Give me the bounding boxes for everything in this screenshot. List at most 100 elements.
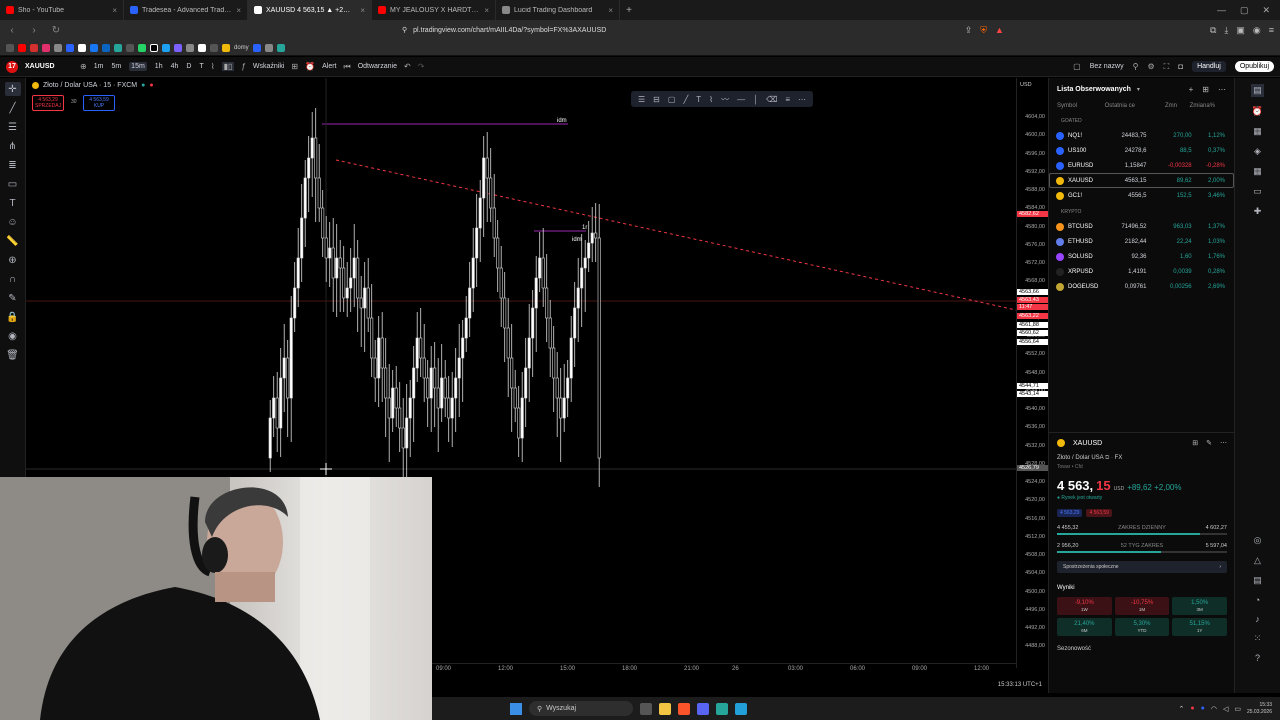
close-tab-icon[interactable]: × <box>484 6 489 15</box>
bookmark-tiktok-icon[interactable] <box>150 43 158 52</box>
text-icon[interactable]: T <box>696 95 701 104</box>
browser-tab[interactable]: Lucid Trading Dashboard × <box>496 0 620 20</box>
data-window-icon[interactable]: ▦ <box>1253 126 1262 137</box>
bookmark-icon[interactable] <box>162 43 170 52</box>
column-header[interactable]: Zmn <box>1135 103 1177 109</box>
layout-name[interactable]: Bez nazwy <box>1090 63 1124 70</box>
bookmark-icon[interactable] <box>114 43 122 52</box>
camera-icon[interactable]: ◘ <box>1178 62 1183 71</box>
performance-cell[interactable]: 51,15% 1Y <box>1172 618 1227 636</box>
rewards-icon[interactable]: ▲ <box>995 25 1004 35</box>
rectangle-icon[interactable]: ▢ <box>668 95 676 104</box>
watchlist-row[interactable]: US100 24278,6 88,5 0,37% <box>1049 143 1234 158</box>
close-tab-icon[interactable]: × <box>608 6 613 15</box>
wallet-icon[interactable]: ▣ <box>1236 25 1245 36</box>
bookmark-icon[interactable] <box>264 43 273 52</box>
search-icon[interactable]: ⚲ <box>1133 62 1139 71</box>
column-header[interactable]: Zmiana% <box>1177 103 1215 109</box>
bookmark-icon[interactable] <box>102 43 110 52</box>
apps-icon[interactable] <box>6 43 14 52</box>
more-icon[interactable]: ⋯ <box>1218 85 1226 94</box>
fullscreen-icon[interactable]: ⛶ <box>1164 62 1170 72</box>
bookmark-icon[interactable] <box>186 43 194 52</box>
telegram-icon[interactable] <box>735 702 747 715</box>
forward-icon[interactable]: › <box>28 25 40 36</box>
vertical-line-icon[interactable]: │ <box>753 95 758 104</box>
buy-button[interactable]: 4 563,59 KUP <box>83 95 115 111</box>
hlines-icon[interactable]: ☰ <box>638 95 645 104</box>
watchlist-row[interactable]: ETHUSD 2182,44 22,24 1,03% <box>1049 234 1234 249</box>
close-icon[interactable]: ✕ <box>1262 5 1270 16</box>
help-icon[interactable]: ? <box>1255 653 1260 663</box>
grid-apps-icon[interactable]: ⁙ <box>1254 633 1262 644</box>
zoom-icon[interactable]: ⊕ <box>5 253 21 267</box>
browser-tab[interactable]: Sho - YouTube × <box>0 0 124 20</box>
layout-icon[interactable]: ▢ <box>1073 62 1081 71</box>
performance-cell[interactable]: 1,50% 3M <box>1172 597 1227 615</box>
rectangle-icon[interactable]: ▭ <box>5 177 21 191</box>
performance-cell[interactable]: 21,40% 6M <box>1057 618 1112 636</box>
bookmark-icon[interactable] <box>90 43 98 52</box>
wifi-icon[interactable]: ◠ <box>1211 705 1217 713</box>
text-icon[interactable]: T <box>5 196 21 210</box>
add-symbol-icon[interactable]: + <box>1189 85 1194 94</box>
bookmark-icon[interactable] <box>210 43 218 52</box>
publish-button[interactable]: Opublikuj <box>1234 61 1274 72</box>
performance-cell[interactable]: -9,10% 1W <box>1057 597 1112 615</box>
bell-icon[interactable]: ♪ <box>1255 614 1260 624</box>
timeframe-4h[interactable]: 4h <box>171 63 179 70</box>
trade-button[interactable]: Handluj <box>1192 61 1226 72</box>
layout-icon[interactable]: ⊞ <box>1202 85 1209 94</box>
tray-app-icon[interactable]: ● <box>1201 705 1205 712</box>
taskbar-search[interactable]: ⚲ Wyszukaj <box>529 701 633 716</box>
calendar-icon[interactable]: ▦ <box>1253 166 1262 177</box>
symbol-search[interactable]: XAUUSD <box>25 63 73 70</box>
ideas-icon[interactable]: ✚ <box>1254 206 1262 217</box>
bookmark-folder-icon[interactable] <box>222 43 230 52</box>
watchlist-row[interactable]: XRPUSD 1,4191 0,0039 0,28% <box>1049 264 1234 279</box>
watchlist-row[interactable]: DOGEUSD 0,09761 0,00256 2,69% <box>1049 279 1234 294</box>
replay-button[interactable]: Odtwarzanie <box>358 63 397 70</box>
performance-cell[interactable]: -10,75% 1M <box>1114 597 1170 615</box>
line-icon[interactable]: ╱ <box>683 95 688 104</box>
warning-icon[interactable]: △ <box>1254 555 1261 566</box>
horizontal-lines-icon[interactable]: ☰ <box>5 120 21 134</box>
list-icon[interactable]: ≡ <box>785 95 790 104</box>
indicators-icon[interactable]: ƒ <box>241 62 245 71</box>
price-axis[interactable]: USD 4604,00 4600,00 4596,00 4592,00 4588,00 4… <box>1016 78 1048 668</box>
path-icon[interactable]: ⌇ <box>709 95 713 104</box>
battery-icon[interactable]: ▭ <box>1234 705 1241 713</box>
chevron-up-icon[interactable]: ⌃ <box>1179 705 1185 713</box>
browser-tab[interactable]: Tradesea - Advanced Trading Dashb× <box>124 0 248 20</box>
bookmark-icon[interactable] <box>30 43 38 52</box>
task-view-icon[interactable] <box>640 702 652 715</box>
watchlist-row[interactable]: GC1! 4556,5 152,5 3,46% <box>1049 188 1234 203</box>
site-info-icon[interactable]: ⚲ <box>402 26 407 34</box>
app-icon[interactable] <box>716 702 728 715</box>
bookmark-tradingview-icon[interactable] <box>78 43 86 52</box>
seasonality-heading[interactable]: Sezonowość <box>1057 646 1227 652</box>
magnet-icon[interactable]: ∩ <box>5 272 21 286</box>
watchlist-row[interactable]: XAUUSD 4563,15 89,62 2,00% <box>1049 173 1234 188</box>
new-tab-button[interactable]: + <box>620 0 638 20</box>
windows-start-icon[interactable] <box>510 702 522 715</box>
bookmark-instagram-icon[interactable] <box>42 43 50 52</box>
column-header[interactable]: Symbol <box>1057 103 1099 109</box>
eraser-icon[interactable]: ⌫ <box>766 95 777 104</box>
external-link-icon[interactable]: ⧉ <box>1105 455 1109 461</box>
compare-icon[interactable]: ⊕ <box>80 62 87 71</box>
bookmark-folder-label[interactable]: domy <box>234 45 249 51</box>
extensions-icon[interactable]: ⧉ <box>1210 25 1216 36</box>
calendar-icon[interactable]: ▤ <box>1253 575 1262 586</box>
profile-icon[interactable]: ◉ <box>1253 25 1261 36</box>
more-icon[interactable]: ⋯ <box>798 95 806 104</box>
bookmark-icon[interactable] <box>252 43 261 52</box>
templates-icon[interactable]: ⊞ <box>291 62 298 71</box>
undo-icon[interactable]: ↶ <box>404 62 411 71</box>
bookmark-youtube-icon[interactable] <box>18 43 26 52</box>
fib-icon[interactable]: ≣ <box>5 158 21 172</box>
horizontal-line-icon[interactable]: — <box>737 95 745 104</box>
timeframe-15m[interactable]: 15m <box>129 62 147 71</box>
performance-cell[interactable]: 5,30% YTD <box>1114 618 1170 636</box>
community-insights-button[interactable]: Spostrzeżenia społeczne › <box>1057 561 1227 573</box>
